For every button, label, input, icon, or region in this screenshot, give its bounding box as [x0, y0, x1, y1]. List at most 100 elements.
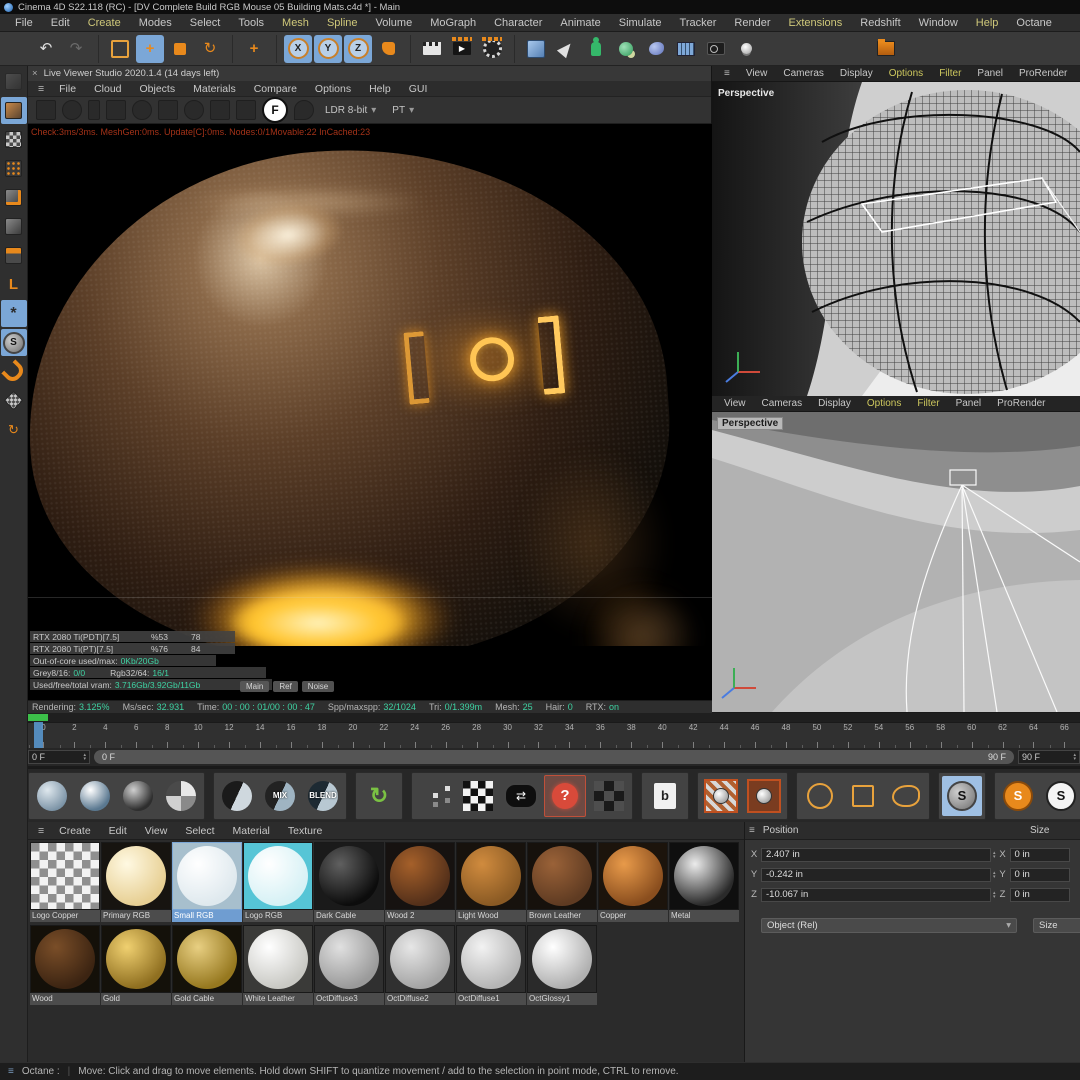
material-swatch[interactable]: Wood 2 [385, 842, 455, 922]
main-menu-item[interactable]: Animate [551, 17, 609, 29]
axis-mode-button[interactable]: L [1, 271, 27, 298]
position-spinner[interactable]: ▴▾ [993, 891, 996, 899]
coordinate-system-button[interactable] [374, 35, 402, 63]
stats-view-button[interactable]: Noise [302, 681, 334, 692]
material-swatch[interactable]: Logo RGB [243, 842, 313, 922]
viewport-menu-item[interactable]: Options [859, 398, 909, 409]
rectangle-select-button[interactable] [843, 776, 883, 816]
hamburger-icon[interactable]: ≡ [32, 83, 50, 95]
material-swatch[interactable]: OctGlossy1 [527, 925, 597, 1005]
wireframe-canvas[interactable] [712, 82, 1080, 396]
material-thumbnail[interactable] [385, 842, 455, 910]
material-thumbnail[interactable] [30, 925, 100, 993]
viewport-menu-item[interactable]: Panel [948, 398, 990, 409]
material-thumbnail[interactable] [101, 842, 171, 910]
material-swatch[interactable]: Light Wood [456, 842, 526, 922]
z-axis-lock-button[interactable]: Z [344, 35, 372, 63]
material-menu-item[interactable]: View [136, 825, 177, 837]
material-thumbnail[interactable] [172, 925, 242, 993]
magnet-tool-button[interactable] [1, 358, 27, 385]
pause-icon[interactable] [88, 100, 100, 120]
region-render-icon[interactable] [106, 100, 126, 120]
half-material-button[interactable] [217, 776, 257, 816]
checker-texture-button[interactable] [458, 776, 498, 816]
mix-material-button[interactable]: MIX [260, 776, 300, 816]
octane-sphere-button[interactable]: S [1, 329, 27, 356]
add-cube-button[interactable] [522, 35, 550, 63]
diffuse-material-button[interactable] [32, 776, 72, 816]
add-camera-button[interactable] [702, 35, 730, 63]
main-menu-item[interactable]: Character [485, 17, 551, 29]
pick-material-icon[interactable] [132, 100, 152, 120]
undo-button[interactable]: ↶ [32, 35, 60, 63]
add-generator-button[interactable] [582, 35, 610, 63]
main-menu-item[interactable]: Modes [130, 17, 181, 29]
points-mode-button[interactable] [1, 184, 27, 211]
main-menu-item[interactable]: Simulate [610, 17, 671, 29]
material-thumbnail[interactable] [314, 842, 384, 910]
add-light-button[interactable] [732, 35, 760, 63]
live-viewer-menu-item[interactable]: File [50, 83, 85, 95]
octane-sphere-gray-button[interactable]: S [942, 776, 982, 816]
bake-texture-2-button[interactable] [744, 776, 784, 816]
live-viewer-menu-item[interactable]: Cloud [85, 83, 130, 95]
model-mode-button[interactable] [1, 97, 27, 124]
lasso-select-button[interactable] [886, 776, 926, 816]
specular-material-button[interactable] [118, 776, 158, 816]
universal-material-button[interactable] [161, 776, 201, 816]
rotate-workplane-button[interactable]: ↻ [1, 416, 27, 443]
main-menu-item[interactable]: Volume [367, 17, 422, 29]
material-thumbnail[interactable] [172, 842, 242, 910]
material-thumbnail[interactable] [527, 842, 597, 910]
material-thumbnail[interactable] [527, 925, 597, 993]
live-selection-tool[interactable] [106, 35, 134, 63]
viewport-menu-item[interactable]: ProRender [989, 398, 1053, 409]
material-thumbnail[interactable] [314, 925, 384, 993]
lock-resolution-icon[interactable] [158, 100, 178, 120]
render-active-view-button[interactable]: ▶ [448, 35, 476, 63]
hamburger-icon[interactable]: ≡ [8, 1066, 14, 1077]
material-swatch[interactable]: OctDiffuse3 [314, 925, 384, 1005]
main-menu-item[interactable]: MoGraph [421, 17, 485, 29]
material-thumbnail[interactable] [456, 842, 526, 910]
material-swatch[interactable]: OctDiffuse1 [456, 925, 526, 1005]
octane-sphere-white-button[interactable]: S [1041, 776, 1080, 816]
material-menu-item[interactable]: Select [176, 825, 223, 837]
live-viewer-menu-item[interactable]: Help [360, 83, 400, 95]
rotate-tool[interactable]: ↻ [196, 35, 224, 63]
main-menu-item[interactable]: Render [725, 17, 779, 29]
convert-object-button[interactable] [1, 68, 27, 95]
shaded-canvas[interactable] [712, 412, 1080, 712]
material-thumbnail[interactable] [30, 842, 100, 910]
material-menu-item[interactable]: Material [224, 825, 279, 837]
kernel-dropdown[interactable]: PT▾ [387, 104, 419, 117]
clay-mode-icon[interactable] [184, 100, 204, 120]
material-swatch[interactable]: Gold Cable [172, 925, 242, 1005]
material-swatch[interactable]: Primary RGB [101, 842, 171, 922]
missing-texture-button[interactable]: ? [544, 775, 586, 817]
viewport-menu-item[interactable]: Display [810, 398, 859, 409]
object-mode-dropdown[interactable]: Object (Rel) ▾ [761, 918, 1017, 933]
material-menu-item[interactable]: Texture [279, 825, 331, 837]
live-viewer-menu-item[interactable]: GUI [400, 83, 437, 95]
grid-texture-button[interactable] [589, 776, 629, 816]
material-swatch[interactable]: Dark Cable [314, 842, 384, 922]
film-region-icon[interactable] [210, 100, 230, 120]
render-canvas[interactable]: Check:3ms/3ms. MeshGen:0ms. Update[C]:0m… [28, 124, 712, 700]
material-swatch[interactable]: Copper [598, 842, 668, 922]
viewport-menu-item[interactable]: Panel [969, 68, 1011, 79]
material-swatch[interactable]: Small RGB [172, 842, 242, 922]
y-axis-lock-button[interactable]: Y [314, 35, 342, 63]
material-thumbnail[interactable] [385, 925, 455, 993]
material-swatch[interactable]: Wood [30, 925, 100, 1005]
hamburger-icon[interactable]: ≡ [749, 825, 755, 836]
content-browser-button[interactable] [872, 35, 900, 63]
main-menu-item[interactable]: Redshift [851, 17, 909, 29]
bake-texture-button[interactable] [701, 776, 741, 816]
viewport-menu-item[interactable]: Filter [909, 398, 947, 409]
frame-range-slider[interactable]: 0 F 90 F [94, 750, 1014, 764]
redo-button[interactable]: ↷ [62, 35, 90, 63]
position-field[interactable]: 2.407 in [761, 848, 991, 862]
size-field[interactable]: 0 in [1010, 868, 1070, 882]
position-field[interactable]: -10.067 in [761, 888, 991, 902]
